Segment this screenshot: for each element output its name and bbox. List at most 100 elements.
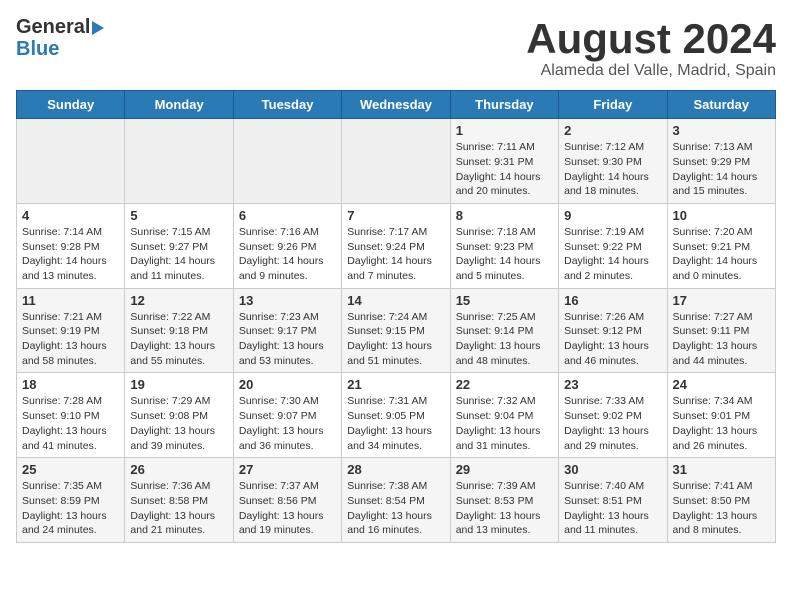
calendar-cell: 5 Sunrise: 7:15 AMSunset: 9:27 PMDaylight… (125, 203, 233, 288)
day-number: 21 (347, 377, 444, 392)
logo-arrow-icon (92, 21, 104, 35)
calendar-week-row: 11 Sunrise: 7:21 AMSunset: 9:19 PMDayligh… (17, 288, 776, 373)
day-number: 15 (456, 293, 553, 308)
day-info: Sunrise: 7:38 AMSunset: 8:54 PMDaylight:… (347, 479, 444, 538)
day-info: Sunrise: 7:30 AMSunset: 9:07 PMDaylight:… (239, 394, 336, 453)
day-info: Sunrise: 7:39 AMSunset: 8:53 PMDaylight:… (456, 479, 553, 538)
calendar-day-header: Friday (559, 91, 667, 119)
calendar-cell: 12 Sunrise: 7:22 AMSunset: 9:18 PMDayligh… (125, 288, 233, 373)
calendar-cell: 26 Sunrise: 7:36 AMSunset: 8:58 PMDayligh… (125, 458, 233, 543)
day-number: 3 (673, 123, 770, 138)
day-info: Sunrise: 7:11 AMSunset: 9:31 PMDaylight:… (456, 140, 553, 199)
day-info: Sunrise: 7:29 AMSunset: 9:08 PMDaylight:… (130, 394, 227, 453)
day-info: Sunrise: 7:27 AMSunset: 9:11 PMDaylight:… (673, 310, 770, 369)
day-number: 20 (239, 377, 336, 392)
day-info: Sunrise: 7:40 AMSunset: 8:51 PMDaylight:… (564, 479, 661, 538)
day-info: Sunrise: 7:14 AMSunset: 9:28 PMDaylight:… (22, 225, 119, 284)
day-number: 9 (564, 208, 661, 223)
calendar-cell (342, 119, 450, 204)
day-info: Sunrise: 7:32 AMSunset: 9:04 PMDaylight:… (456, 394, 553, 453)
location: Alameda del Valle, Madrid, Spain (526, 62, 776, 80)
calendar-cell: 10 Sunrise: 7:20 AMSunset: 9:21 PMDayligh… (667, 203, 775, 288)
day-info: Sunrise: 7:19 AMSunset: 9:22 PMDaylight:… (564, 225, 661, 284)
calendar-week-row: 25 Sunrise: 7:35 AMSunset: 8:59 PMDayligh… (17, 458, 776, 543)
logo: General Blue (16, 16, 106, 60)
calendar-cell: 8Sunrise: 7:18 AMSunset: 9:23 PMDaylight… (450, 203, 558, 288)
day-number: 30 (564, 462, 661, 477)
day-info: Sunrise: 7:25 AMSunset: 9:14 PMDaylight:… (456, 310, 553, 369)
calendar-cell: 19 Sunrise: 7:29 AMSunset: 9:08 PMDayligh… (125, 373, 233, 458)
calendar-cell: 7 Sunrise: 7:17 AMSunset: 9:24 PMDaylight… (342, 203, 450, 288)
day-number: 27 (239, 462, 336, 477)
header: General Blue August 2024 Alameda del Val… (16, 16, 776, 80)
day-number: 18 (22, 377, 119, 392)
calendar-day-header: Sunday (17, 91, 125, 119)
calendar-cell: 9 Sunrise: 7:19 AMSunset: 9:22 PMDaylight… (559, 203, 667, 288)
logo-text: General (16, 16, 106, 38)
calendar-body: 1 Sunrise: 7:11 AMSunset: 9:31 PMDaylight… (17, 119, 776, 543)
calendar-cell: 23Sunrise: 7:33 AMSunset: 9:02 PMDayligh… (559, 373, 667, 458)
day-number: 22 (456, 377, 553, 392)
day-info: Sunrise: 7:16 AMSunset: 9:26 PMDaylight:… (239, 225, 336, 284)
calendar-cell (125, 119, 233, 204)
day-number: 4 (22, 208, 119, 223)
day-number: 14 (347, 293, 444, 308)
calendar-cell: 27 Sunrise: 7:37 AMSunset: 8:56 PMDayligh… (233, 458, 341, 543)
calendar-day-header: Wednesday (342, 91, 450, 119)
day-number: 17 (673, 293, 770, 308)
calendar-cell: 13 Sunrise: 7:23 AMSunset: 9:17 PMDayligh… (233, 288, 341, 373)
day-info: Sunrise: 7:13 AMSunset: 9:29 PMDaylight:… (673, 140, 770, 199)
logo-blue-text: Blue (16, 38, 106, 60)
calendar-cell: 11 Sunrise: 7:21 AMSunset: 9:19 PMDayligh… (17, 288, 125, 373)
calendar-cell: 22 Sunrise: 7:32 AMSunset: 9:04 PMDayligh… (450, 373, 558, 458)
day-number: 10 (673, 208, 770, 223)
day-info: Sunrise: 7:33 AMSunset: 9:02 PMDaylight:… (564, 394, 661, 453)
day-number: 12 (130, 293, 227, 308)
day-info: Sunrise: 7:36 AMSunset: 8:58 PMDaylight:… (130, 479, 227, 538)
day-number: 7 (347, 208, 444, 223)
day-number: 25 (22, 462, 119, 477)
page: General Blue August 2024 Alameda del Val… (0, 0, 792, 559)
day-info: Sunrise: 7:26 AMSunset: 9:12 PMDaylight:… (564, 310, 661, 369)
day-info: Sunrise: 7:21 AMSunset: 9:19 PMDaylight:… (22, 310, 119, 369)
calendar-week-row: 1 Sunrise: 7:11 AMSunset: 9:31 PMDaylight… (17, 119, 776, 204)
calendar-day-header: Tuesday (233, 91, 341, 119)
day-number: 19 (130, 377, 227, 392)
day-number: 6 (239, 208, 336, 223)
calendar-cell: 31Sunrise: 7:41 AMSunset: 8:50 PMDayligh… (667, 458, 775, 543)
calendar-cell (17, 119, 125, 204)
day-info: Sunrise: 7:34 AMSunset: 9:01 PMDaylight:… (673, 394, 770, 453)
day-info: Sunrise: 7:17 AMSunset: 9:24 PMDaylight:… (347, 225, 444, 284)
calendar-cell: 30 Sunrise: 7:40 AMSunset: 8:51 PMDayligh… (559, 458, 667, 543)
day-info: Sunrise: 7:23 AMSunset: 9:17 PMDaylight:… (239, 310, 336, 369)
day-info: Sunrise: 7:31 AMSunset: 9:05 PMDaylight:… (347, 394, 444, 453)
day-info: Sunrise: 7:15 AMSunset: 9:27 PMDaylight:… (130, 225, 227, 284)
day-info: Sunrise: 7:28 AMSunset: 9:10 PMDaylight:… (22, 394, 119, 453)
calendar-cell: 20 Sunrise: 7:30 AMSunset: 9:07 PMDayligh… (233, 373, 341, 458)
day-info: Sunrise: 7:41 AMSunset: 8:50 PMDaylight:… (673, 479, 770, 538)
calendar-cell: 2Sunrise: 7:12 AMSunset: 9:30 PMDaylight… (559, 119, 667, 204)
calendar-cell: 18 Sunrise: 7:28 AMSunset: 9:10 PMDayligh… (17, 373, 125, 458)
calendar-cell: 17 Sunrise: 7:27 AMSunset: 9:11 PMDayligh… (667, 288, 775, 373)
calendar-cell: 24 Sunrise: 7:34 AMSunset: 9:01 PMDayligh… (667, 373, 775, 458)
day-number: 8 (456, 208, 553, 223)
day-number: 1 (456, 123, 553, 138)
calendar-day-header: Monday (125, 91, 233, 119)
calendar-cell (233, 119, 341, 204)
calendar-cell: 21 Sunrise: 7:31 AMSunset: 9:05 PMDayligh… (342, 373, 450, 458)
day-info: Sunrise: 7:37 AMSunset: 8:56 PMDaylight:… (239, 479, 336, 538)
calendar-header-row: SundayMondayTuesdayWednesdayThursdayFrid… (17, 91, 776, 119)
day-info: Sunrise: 7:35 AMSunset: 8:59 PMDaylight:… (22, 479, 119, 538)
calendar-week-row: 18 Sunrise: 7:28 AMSunset: 9:10 PMDayligh… (17, 373, 776, 458)
calendar-cell: 28Sunrise: 7:38 AMSunset: 8:54 PMDayligh… (342, 458, 450, 543)
day-number: 24 (673, 377, 770, 392)
day-number: 13 (239, 293, 336, 308)
day-number: 11 (22, 293, 119, 308)
day-number: 5 (130, 208, 227, 223)
day-number: 16 (564, 293, 661, 308)
calendar-day-header: Thursday (450, 91, 558, 119)
calendar-cell: 1 Sunrise: 7:11 AMSunset: 9:31 PMDaylight… (450, 119, 558, 204)
day-info: Sunrise: 7:22 AMSunset: 9:18 PMDaylight:… (130, 310, 227, 369)
day-number: 26 (130, 462, 227, 477)
day-info: Sunrise: 7:20 AMSunset: 9:21 PMDaylight:… (673, 225, 770, 284)
